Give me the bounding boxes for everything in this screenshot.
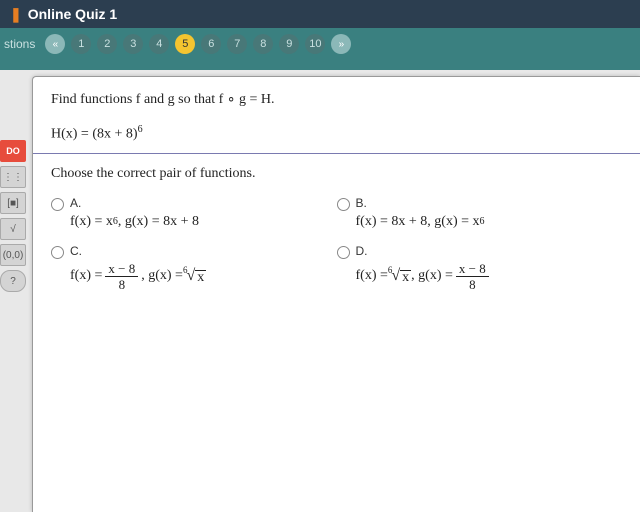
radio-c[interactable] [51, 246, 64, 259]
option-a[interactable]: A. f(x) = x6, g(x) = 8x + 8 [51, 196, 337, 230]
option-d-label: D. [356, 244, 492, 258]
choose-label: Choose the correct pair of functions. [51, 166, 622, 182]
header-icon: ❚ [10, 6, 22, 23]
question-hx: H(x) = (8x + 8)6 [51, 124, 622, 143]
nav-q7[interactable]: 7 [227, 34, 247, 54]
tool-do[interactable]: DO [0, 140, 26, 162]
tool-help[interactable]: ? [0, 270, 26, 292]
nav-next[interactable]: » [331, 34, 351, 54]
nav-q1[interactable]: 1 [71, 34, 91, 54]
radio-a[interactable] [51, 198, 64, 211]
nav-prev[interactable]: « [45, 34, 65, 54]
tool-calc[interactable]: ⋮⋮ [0, 166, 26, 188]
nav-q5[interactable]: 5 [175, 34, 195, 54]
nav-label: stions [4, 37, 35, 51]
option-b-math: f(x) = 8x + 8, g(x) = x6 [356, 214, 485, 230]
option-d[interactable]: D. f(x) = 6√x , g(x) = x − 88 [337, 244, 623, 291]
tool-palette: DO ⋮⋮ [■] √ (0,0) ? [0, 140, 28, 292]
tool-sqrt[interactable]: √ [0, 218, 26, 240]
option-b[interactable]: B. f(x) = 8x + 8, g(x) = x6 [337, 196, 623, 230]
question-prompt: Find functions f and g so that f ∘ g = H… [51, 91, 622, 108]
nav-q2[interactable]: 2 [97, 34, 117, 54]
nav-q3[interactable]: 3 [123, 34, 143, 54]
nav-q10[interactable]: 10 [305, 34, 325, 54]
nav-q6[interactable]: 6 [201, 34, 221, 54]
tool-bracket[interactable]: [■] [0, 192, 26, 214]
nav-q8[interactable]: 8 [253, 34, 273, 54]
option-d-math: f(x) = 6√x , g(x) = x − 88 [356, 262, 492, 291]
radio-b[interactable] [337, 198, 350, 211]
option-c[interactable]: C. f(x) = x − 88 , g(x) = 6√x [51, 244, 337, 291]
option-c-label: C. [70, 244, 206, 258]
question-panel: Find functions f and g so that f ∘ g = H… [32, 76, 640, 512]
radio-d[interactable] [337, 246, 350, 259]
option-a-math: f(x) = x6, g(x) = 8x + 8 [70, 214, 199, 230]
option-b-label: B. [356, 196, 485, 210]
question-nav: stions « 1 2 3 4 5 6 7 8 9 10 » [0, 28, 640, 60]
nav-q9[interactable]: 9 [279, 34, 299, 54]
page-title: Online Quiz 1 [28, 6, 117, 22]
divider [33, 153, 640, 154]
tool-interval[interactable]: (0,0) [0, 244, 26, 266]
nav-q4[interactable]: 4 [149, 34, 169, 54]
option-c-math: f(x) = x − 88 , g(x) = 6√x [70, 262, 206, 291]
option-a-label: A. [70, 196, 199, 210]
